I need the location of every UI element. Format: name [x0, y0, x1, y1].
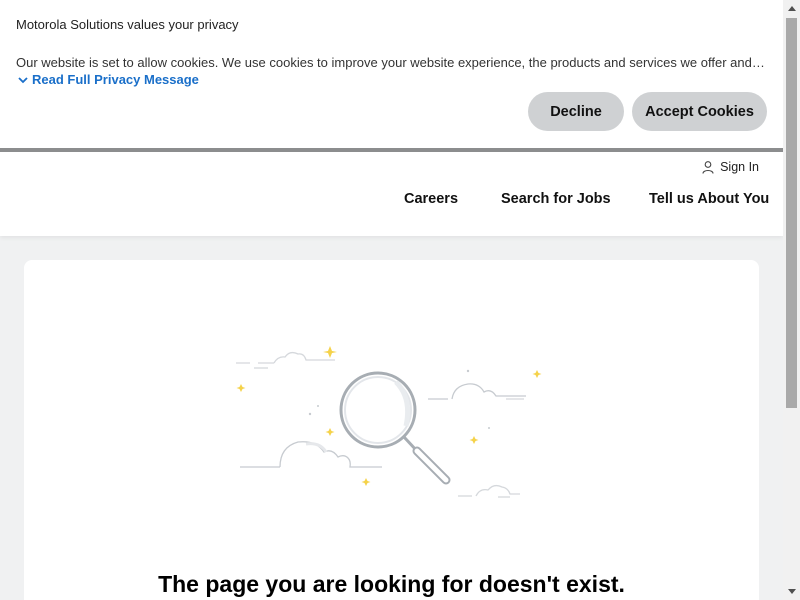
sign-in-label: Sign In: [720, 160, 759, 174]
read-privacy-link[interactable]: Read Full Privacy Message: [18, 72, 199, 87]
cookie-banner: Motorola Solutions values your privacy O…: [0, 0, 783, 148]
nav-careers[interactable]: Careers: [404, 191, 458, 207]
accept-cookies-button[interactable]: Accept Cookies: [632, 92, 767, 131]
nav-tell-us[interactable]: Tell us About You: [649, 191, 769, 207]
cookie-title: Motorola Solutions values your privacy: [16, 17, 239, 32]
scroll-down-icon[interactable]: [783, 583, 800, 600]
read-privacy-label: Read Full Privacy Message: [32, 72, 199, 87]
user-icon: [702, 160, 714, 174]
chevron-down-icon: [18, 76, 28, 83]
scrollbar-thumb[interactable]: [786, 18, 797, 408]
banner-divider: [0, 148, 783, 152]
vertical-scrollbar[interactable]: [783, 0, 800, 600]
page-title: The page you are looking for doesn't exi…: [158, 571, 625, 597]
magnifier-illustration: [236, 346, 542, 498]
decline-button[interactable]: Decline: [528, 92, 624, 131]
scroll-up-icon[interactable]: [783, 0, 800, 17]
sign-in-link[interactable]: Sign In: [702, 160, 759, 174]
not-found-card: The page you are looking for doesn't exi…: [24, 260, 759, 600]
nav-search-jobs[interactable]: Search for Jobs: [501, 191, 611, 207]
site-header: Sign In Careers Search for Jobs Tell us …: [0, 152, 783, 236]
cookie-text: Our website is set to allow cookies. We …: [16, 55, 768, 70]
